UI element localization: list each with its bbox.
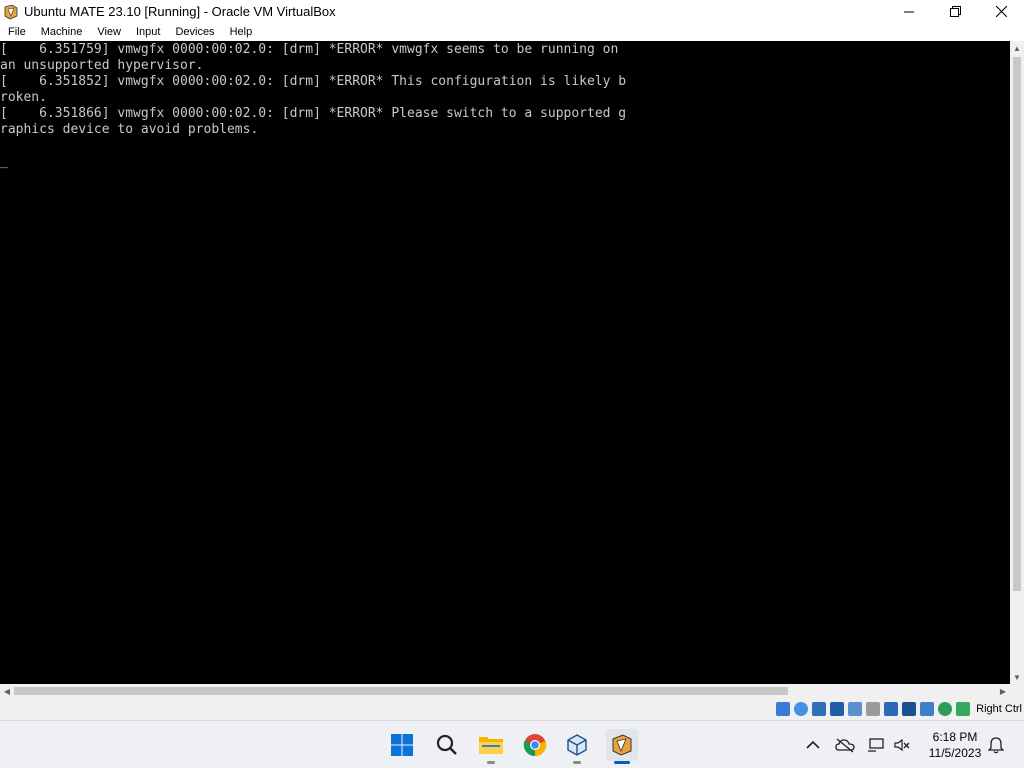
virtualbox-app-icon bbox=[3, 3, 19, 20]
hard-disk-icon[interactable] bbox=[776, 702, 791, 716]
virtualization-icon[interactable] bbox=[938, 702, 953, 716]
virtualbox-window: Ubuntu MATE 23.10 [Running] - Oracle VM … bbox=[0, 0, 1024, 720]
console-line: an unsupported hypervisor. bbox=[0, 58, 204, 73]
maximize-button[interactable] bbox=[932, 0, 978, 23]
menu-machine[interactable]: Machine bbox=[33, 26, 90, 38]
scrollbar-corner bbox=[1010, 684, 1024, 698]
start-icon[interactable] bbox=[386, 729, 418, 761]
console-line: roken. bbox=[0, 90, 47, 105]
menu-input[interactable]: Input bbox=[128, 26, 167, 38]
running-indicator bbox=[573, 761, 581, 764]
virtualbox-vm-icon[interactable] bbox=[606, 729, 638, 764]
vm-console-screen[interactable]: [ 6.351759] vmwgfx 0000:00:02.0: [drm] *… bbox=[0, 41, 1010, 684]
search-icon[interactable] bbox=[431, 729, 463, 761]
usb-icon[interactable] bbox=[848, 702, 863, 716]
system-clock[interactable]: 6:18 PM 11/5/2023 bbox=[922, 729, 988, 761]
virtualbox-manager-icon[interactable] bbox=[561, 729, 593, 764]
cpu-icon[interactable] bbox=[920, 702, 935, 716]
shared-folders-icon[interactable] bbox=[866, 702, 881, 716]
horizontal-scrollbar[interactable]: ◀ ▶ bbox=[0, 684, 1010, 698]
clock-date: 11/5/2023 bbox=[928, 746, 982, 760]
audio-icon[interactable] bbox=[812, 702, 827, 716]
running-indicator bbox=[487, 761, 495, 764]
console-output: [ 6.351759] vmwgfx 0000:00:02.0: [drm] *… bbox=[0, 41, 1010, 170]
chrome-icon[interactable] bbox=[519, 729, 551, 761]
horizontal-scroll-thumb[interactable] bbox=[14, 687, 788, 695]
volume-muted-icon[interactable] bbox=[892, 735, 912, 755]
onedrive-icon[interactable] bbox=[835, 735, 855, 755]
close-button[interactable] bbox=[978, 0, 1024, 23]
recording-icon[interactable] bbox=[902, 702, 917, 716]
scroll-down-arrow-icon[interactable]: ▼ bbox=[1010, 670, 1024, 684]
chevron-up-icon[interactable] bbox=[803, 735, 823, 755]
console-line: [ 6.351852] vmwgfx 0000:00:02.0: [drm] *… bbox=[0, 74, 627, 89]
scroll-up-arrow-icon[interactable]: ▲ bbox=[1010, 41, 1024, 55]
vm-status-bar: Right Ctrl bbox=[0, 698, 1024, 720]
windows-taskbar: 6:18 PM 11/5/2023 bbox=[0, 720, 1024, 768]
optical-drive-icon[interactable] bbox=[794, 702, 809, 716]
window-title: Ubuntu MATE 23.10 [Running] - Oracle VM … bbox=[24, 4, 336, 19]
scroll-right-arrow-icon[interactable]: ▶ bbox=[996, 684, 1010, 698]
display-icon[interactable] bbox=[884, 702, 899, 716]
console-line: raphics device to avoid problems. bbox=[0, 122, 259, 137]
console-line: [ 6.351866] vmwgfx 0000:00:02.0: [drm] *… bbox=[0, 106, 627, 121]
window-controls bbox=[886, 0, 1024, 23]
console-cursor: _ bbox=[0, 154, 8, 169]
menu-bar: File Machine View Input Devices Help bbox=[0, 23, 1024, 41]
menu-file[interactable]: File bbox=[0, 26, 33, 38]
minimize-button[interactable] bbox=[886, 0, 932, 23]
clock-time: 6:18 PM bbox=[932, 730, 978, 744]
file-explorer-icon[interactable] bbox=[475, 729, 507, 764]
vertical-scrollbar[interactable]: ▲ ▼ bbox=[1010, 41, 1024, 684]
console-line: [ 6.351759] vmwgfx 0000:00:02.0: [drm] *… bbox=[0, 42, 619, 57]
menu-view[interactable]: View bbox=[89, 26, 128, 38]
network-tray-icon[interactable] bbox=[866, 735, 886, 755]
active-indicator bbox=[614, 761, 630, 764]
menu-help[interactable]: Help bbox=[222, 26, 260, 38]
scroll-left-arrow-icon[interactable]: ◀ bbox=[0, 684, 14, 698]
vertical-scroll-thumb[interactable] bbox=[1013, 57, 1021, 591]
notification-bell-icon[interactable] bbox=[986, 735, 1006, 755]
network-icon[interactable] bbox=[830, 702, 845, 716]
host-key-label: Right Ctrl bbox=[976, 703, 1022, 715]
title-bar[interactable]: Ubuntu MATE 23.10 [Running] - Oracle VM … bbox=[0, 0, 1024, 23]
mouse-integration-icon[interactable] bbox=[956, 702, 971, 716]
menu-devices[interactable]: Devices bbox=[167, 26, 221, 38]
